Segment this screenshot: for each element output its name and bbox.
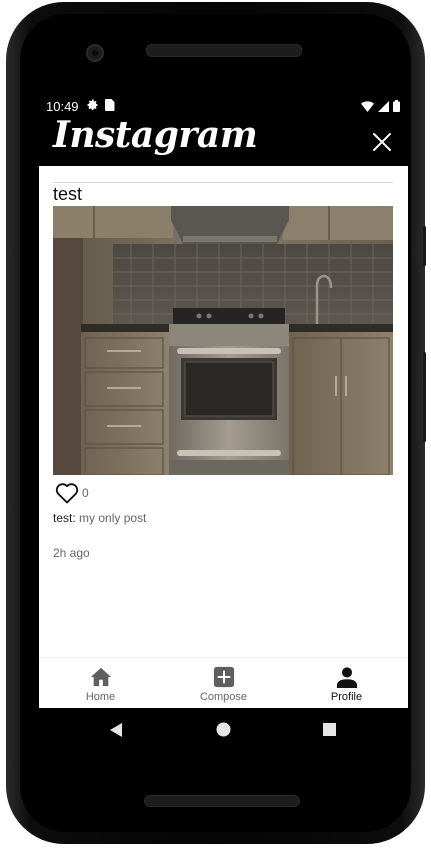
status-icons-left <box>87 99 115 111</box>
profile-icon <box>336 667 357 688</box>
home-circle-icon[interactable] <box>216 722 231 737</box>
nav-item-profile[interactable]: Profile <box>285 658 408 709</box>
nav-label-compose: Compose <box>199 691 248 703</box>
earpiece-speaker <box>146 44 302 57</box>
compose-icon <box>213 666 234 688</box>
nav-item-compose[interactable]: Compose <box>162 658 285 709</box>
system-nav-bar <box>39 708 408 754</box>
post-caption: test: my only post <box>53 511 146 525</box>
nav-label-home: Home <box>85 691 116 703</box>
back-icon[interactable] <box>109 722 123 738</box>
side-button-lower <box>423 352 426 442</box>
post-username[interactable]: test <box>53 184 82 205</box>
bottom-speaker <box>144 795 300 807</box>
status-time: 10:49 <box>46 99 79 114</box>
app-bar: Instagram <box>39 114 408 166</box>
kitchen-stove-photo <box>53 206 393 475</box>
close-icon[interactable] <box>370 130 394 154</box>
battery-icon <box>393 100 400 112</box>
sim-card-icon <box>105 99 115 111</box>
cell-signal-icon <box>378 100 389 112</box>
nav-item-home[interactable]: Home <box>39 658 162 709</box>
caption-text: my only post <box>79 511 147 525</box>
post-timestamp: 2h ago <box>53 546 90 560</box>
status-icons-right <box>361 100 400 112</box>
post-image[interactable] <box>53 206 393 475</box>
app-title: Instagram <box>53 114 258 156</box>
post-detail-screen: test 0 test: my only post 2h ago Home Co… <box>39 166 408 709</box>
wifi-icon <box>361 100 374 112</box>
home-icon <box>90 667 111 687</box>
recents-icon[interactable] <box>323 723 336 736</box>
bottom-nav: Home Compose Profile <box>39 657 408 709</box>
heart-icon[interactable] <box>55 482 79 504</box>
nav-label-profile: Profile <box>330 691 363 703</box>
top-divider <box>53 182 393 183</box>
caption-username[interactable]: test: <box>53 511 76 525</box>
gear-icon <box>87 99 98 110</box>
front-camera <box>86 44 104 62</box>
like-count: 0 <box>82 486 89 500</box>
side-button-upper <box>423 226 426 266</box>
